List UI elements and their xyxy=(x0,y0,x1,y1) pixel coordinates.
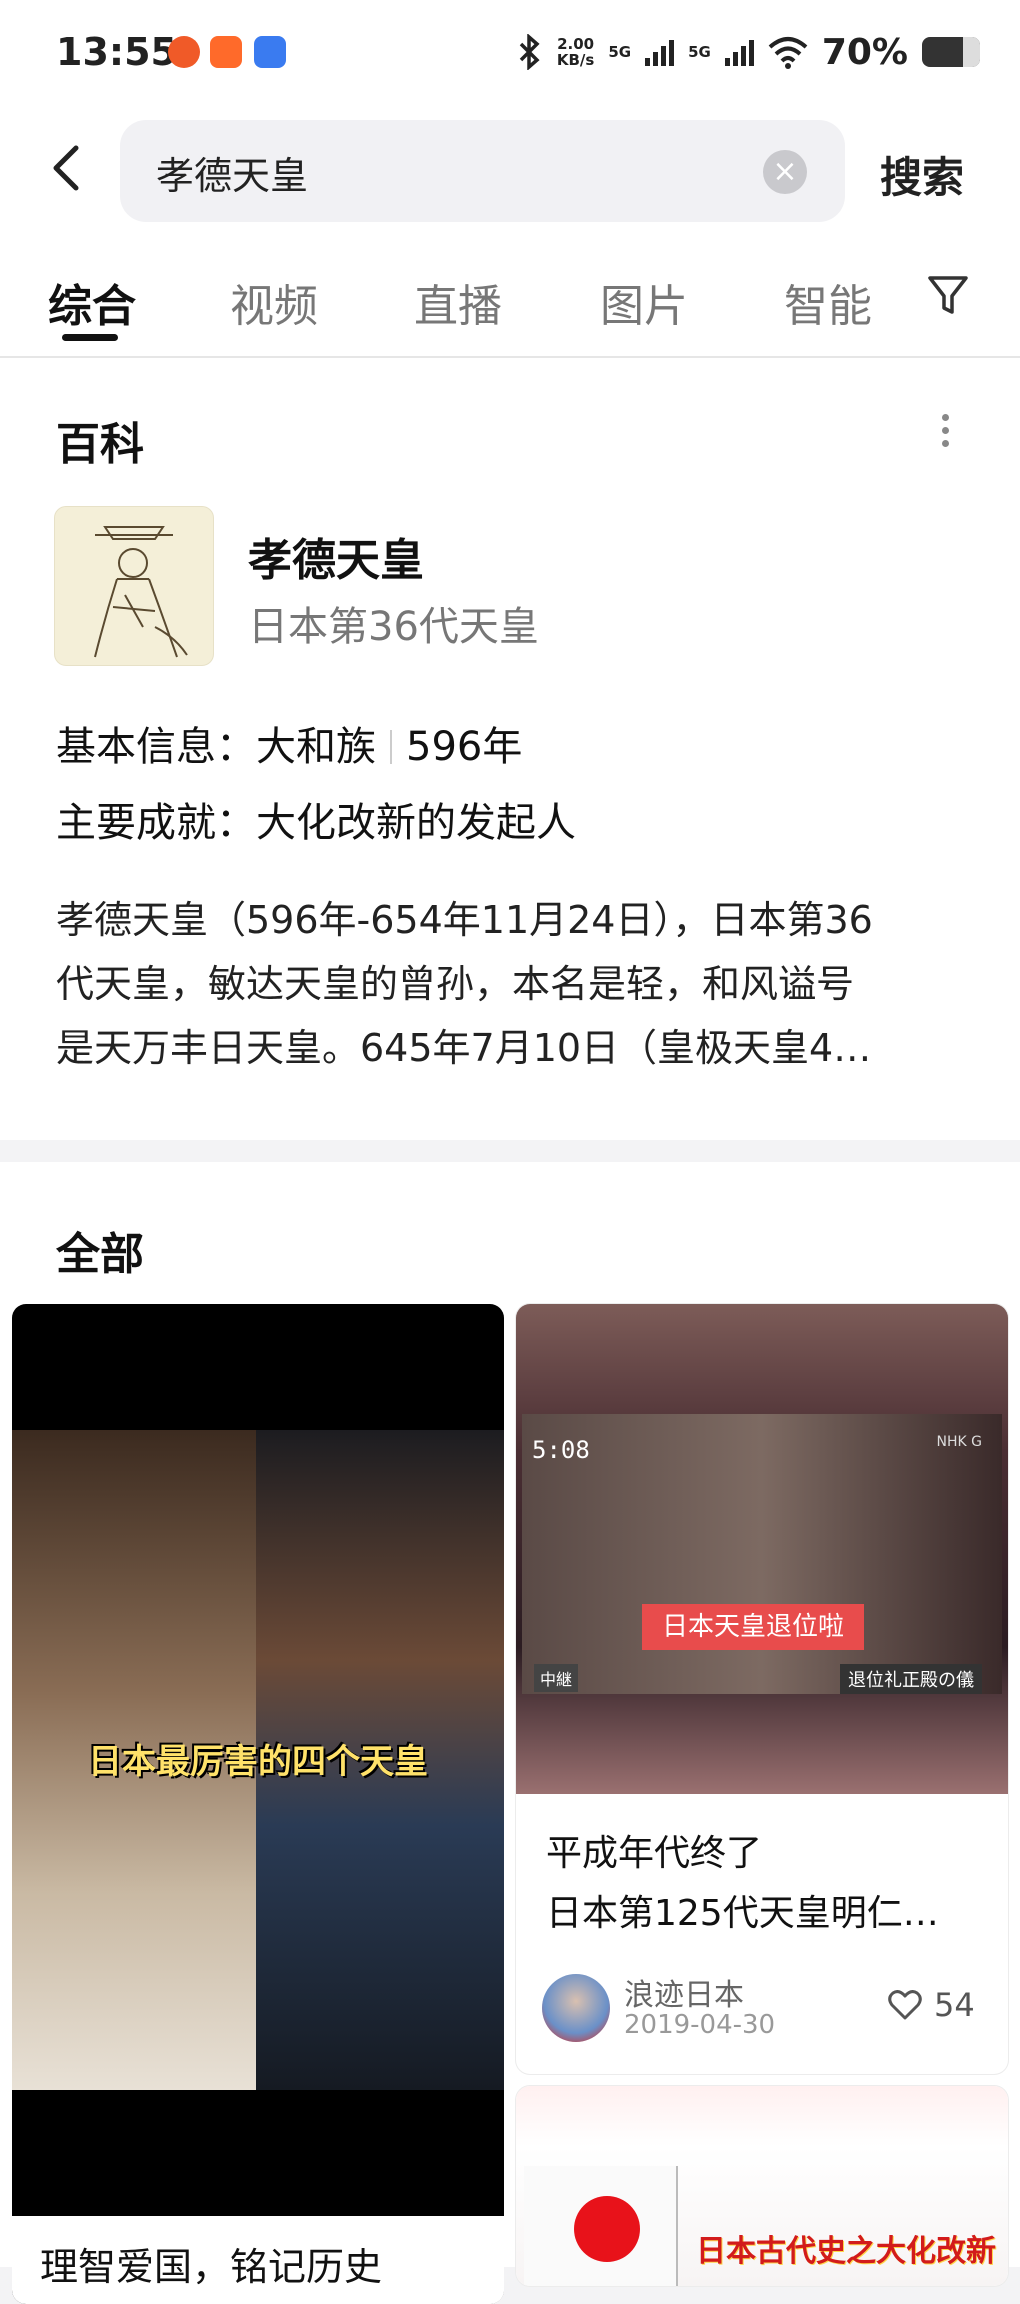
basic-info-value-1: 大和族 xyxy=(256,724,376,770)
entry-thumbnail[interactable] xyxy=(54,506,214,666)
status-time: 13:55 xyxy=(56,30,177,74)
active-tab-indicator xyxy=(62,334,118,341)
achievement-value: 大化改新的发起人 xyxy=(256,800,576,846)
entry-name[interactable]: 孝德天皇 xyxy=(248,524,424,588)
encyclopedia-card[interactable]: 百科 孝德天皇 日本第36代天皇 基本信息：大和族 596年 主要成就：大化改新的… xyxy=(0,358,1020,1140)
achievement-label: 主要成就： xyxy=(56,800,256,846)
video-title[interactable]: 理智爱国，铭记历史 xyxy=(40,2224,504,2304)
bluetooth-icon xyxy=(519,34,540,70)
author-avatar[interactable] xyxy=(542,1974,610,2042)
author-name[interactable]: 浪迹日本 xyxy=(624,1970,744,2014)
lower-third-right: 退位礼正殿の儀 xyxy=(840,1664,982,1694)
video-title-line: 日本第125代天皇明仁… xyxy=(546,1893,939,1934)
tv-screen: 5:08 NHK G 日本天皇退位啦 中継 退位礼正殿の儀 xyxy=(522,1414,1002,1694)
tab-comprehensive[interactable]: 综合 xyxy=(48,270,136,334)
video-card-3[interactable]: 日本古代史之大化改新 xyxy=(516,2086,1008,2286)
video-caption: 日本古代史之大化改新 xyxy=(696,2234,996,2269)
signal-bars-1-icon xyxy=(645,38,675,66)
video-title-line: 平成年代终了 xyxy=(546,1833,763,1874)
tab-smart[interactable]: 智能 xyxy=(784,270,872,334)
net-speed-value: 2.00 xyxy=(557,35,595,53)
post-date: 2019-04-30 xyxy=(624,2010,776,2040)
battery-percent: 70% xyxy=(821,31,908,73)
entry-description[interactable]: 孝德天皇（596年-654年11月24日），日本第36 代天皇，敏达天皇的曾孙，… xyxy=(56,888,956,1080)
search-button[interactable]: 搜索 xyxy=(880,144,964,205)
video-card-2[interactable]: 5:08 NHK G 日本天皇退位啦 中継 退位礼正殿の儀 平成年代终了 日本第… xyxy=(516,1304,1008,2074)
notification-app-icon-1 xyxy=(168,36,200,68)
search-box[interactable]: × xyxy=(120,120,845,222)
notification-app-icon-2 xyxy=(210,36,242,68)
japan-flag xyxy=(524,2166,678,2286)
description-line: 是天万丰日天皇。645年7月10日（皇极天皇4… xyxy=(56,1026,872,1070)
tab-video[interactable]: 视频 xyxy=(230,270,318,334)
tab-live[interactable]: 直播 xyxy=(414,270,502,334)
description-line: 代天皇，敏达天皇的曾孙，本名是轻，和风谥号 xyxy=(56,962,855,1006)
battery-icon xyxy=(922,37,980,67)
signal-bars-2-icon xyxy=(724,38,754,66)
signal-label-1: 5G xyxy=(608,43,632,61)
heart-icon xyxy=(888,1990,922,2020)
net-speed: 2.00 KB/s xyxy=(557,36,594,68)
search-input[interactable] xyxy=(154,148,718,196)
basic-info-value-2: 596年 xyxy=(406,724,523,770)
signal-label-2: 5G xyxy=(688,43,711,61)
video-card-1[interactable]: 日本最厉害的四个天皇 理智爱国，铭记历史 xyxy=(12,1304,504,2304)
notification-app-icon-3 xyxy=(254,36,286,68)
search-header: × 搜索 xyxy=(0,110,1020,230)
like-button[interactable]: 54 xyxy=(888,1986,975,2024)
status-bar: 13:55 2.00 KB/s 5G 5G 70% xyxy=(0,0,1020,110)
more-options-icon[interactable] xyxy=(930,408,960,458)
filter-icon[interactable] xyxy=(926,272,970,318)
lower-third-left: 中継 xyxy=(534,1664,579,1692)
video-caption: 日本最厉害的四个天皇 xyxy=(88,1742,428,1782)
back-arrow-icon[interactable] xyxy=(40,138,100,198)
clear-icon[interactable]: × xyxy=(763,150,807,194)
info-divider xyxy=(390,730,392,764)
flag-sun xyxy=(574,2196,640,2262)
net-speed-unit: KB/s xyxy=(556,51,595,69)
all-results-title: 全部 xyxy=(56,1229,144,1280)
result-tabs: 综合 视频 直播 图片 智能 xyxy=(0,230,1020,358)
channel-logo: NHK G xyxy=(936,1434,982,1450)
entry-subtitle: 日本第36代天皇 xyxy=(248,604,539,650)
video-timestamp: 5:08 xyxy=(532,1436,590,1464)
basic-info-label: 基本信息： xyxy=(56,724,256,770)
achievement-row: 主要成就：大化改新的发起人 xyxy=(56,790,576,848)
description-line: 孝德天皇（596年-654年11月24日），日本第36 xyxy=(56,898,873,942)
like-count: 54 xyxy=(934,1986,975,2024)
basic-info-row: 基本信息：大和族 596年 xyxy=(56,714,522,772)
tab-images[interactable]: 图片 xyxy=(600,270,688,334)
encyclopedia-title: 百科 xyxy=(56,419,144,470)
all-results-section: 全部 日本最厉害的四个天皇 理智爱国，铭记历史 5:08 NHK G 日本天皇退… xyxy=(0,1162,1020,2304)
video-thumbnail: 5:08 NHK G 日本天皇退位啦 中継 退位礼正殿の儀 xyxy=(516,1304,1008,1794)
wifi-icon xyxy=(768,37,808,69)
video-title[interactable]: 平成年代终了 日本第125代天皇明仁… xyxy=(546,1824,986,1944)
video-overlay-caption: 日本天皇退位啦 xyxy=(642,1604,864,1650)
